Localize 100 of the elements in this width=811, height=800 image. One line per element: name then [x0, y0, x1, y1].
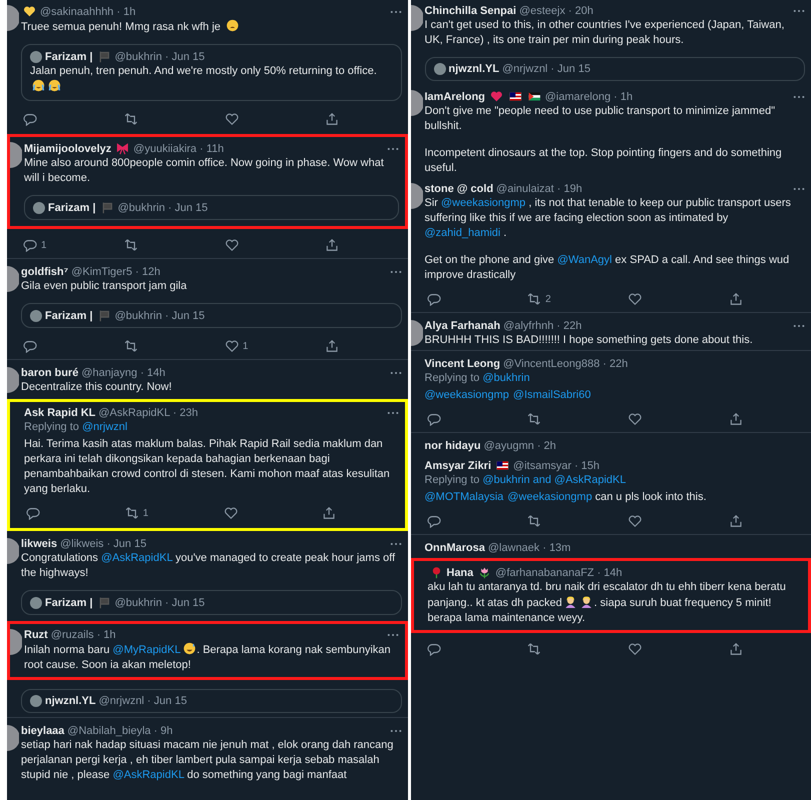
author-name[interactable]: IamArelong [424, 90, 486, 102]
author-name: Farizam | [45, 310, 93, 322]
mention-link[interactable]: @AskRapidKL [112, 769, 184, 781]
mention-link[interactable]: @weekasiongmp [424, 389, 510, 401]
handle-time: @VincentLeong888 · 22h [503, 358, 628, 370]
author-name[interactable]: nor hidayu [424, 440, 481, 452]
author-name[interactable]: goldfish⁷ [21, 266, 68, 278]
author-name[interactable]: stone @ cold [424, 183, 494, 195]
flag-icon [528, 90, 542, 103]
face-icon [48, 79, 61, 92]
flag-icon [100, 201, 114, 214]
mention-link[interactable]: @WanAgyl [557, 254, 612, 266]
more-icon[interactable] [386, 633, 398, 637]
author-name[interactable]: likweis [21, 538, 58, 550]
share-icon [322, 506, 336, 520]
more-icon[interactable] [390, 371, 402, 375]
handle-time: @ainulaizat · 19h [496, 183, 582, 195]
mention-link[interactable]: @bukhrin and @AskRapidKL [482, 474, 626, 486]
mention-link[interactable]: @bukhrin [482, 372, 530, 384]
author-name[interactable]: Amsyar Zikri [424, 460, 492, 472]
more-icon[interactable] [793, 94, 805, 98]
more-icon[interactable] [386, 411, 398, 415]
mention-link[interactable]: @MyRapidKL [112, 644, 181, 656]
tweet-text: Jalan penuh, tren penuh. And we're mostly only 50% returning to office. [30, 64, 392, 95]
heart-outline-icon [224, 506, 238, 520]
mention-link[interactable]: @AskRapidKL [101, 552, 172, 564]
retweet-button[interactable]: 2 [525, 291, 560, 307]
author-name[interactable]: Ask Rapid KL [24, 407, 96, 419]
person-icon [564, 595, 578, 608]
author-name[interactable]: Mijamijoolovelyz [24, 142, 112, 154]
more-icon[interactable] [793, 324, 805, 328]
author-name[interactable]: Alya Farhanah [424, 320, 500, 332]
mention-link[interactable]: @MOTMalaysia [424, 491, 504, 503]
avatar-icon [30, 310, 42, 322]
avatar-icon[interactable] [410, 90, 422, 116]
mention-link[interactable]: @IsmailSabri60 [513, 389, 591, 401]
handle-time: @yuukiiakira · 11h [133, 142, 224, 154]
speech-bubble-icon [23, 112, 37, 126]
handle-time: @alyfrhnh · 22h [503, 320, 582, 332]
more-icon[interactable] [390, 10, 402, 14]
author-name[interactable]: OnnMarosa [424, 542, 486, 554]
handle-time: @Nabilah_bieyla · 9h [67, 725, 173, 737]
person-icon [580, 595, 594, 608]
reply-button[interactable]: 1 [21, 237, 55, 253]
tweet-text: Get on the phone and give @WanAgyl ex SPAD a call. And see things wud improve drastically [424, 253, 790, 283]
quoted-tweet[interactable]: Farizam | @bukhrin · Jun 15 Jalan penuh, tren penuh. And we're mostly only 50% returning to office. [21, 44, 402, 101]
handle-time: @ruzails · 1h [50, 629, 116, 641]
face-icon [226, 19, 239, 32]
share-icon [728, 642, 743, 656]
avatar-icon [30, 596, 42, 608]
more-icon[interactable] [390, 729, 402, 733]
flag-icon [496, 459, 510, 472]
author-name: Farizam | [48, 202, 96, 214]
handle-time: @nrjwznl · Jun 15 [502, 63, 590, 75]
speech-bubble-icon [426, 412, 440, 426]
retweet-icon [527, 412, 542, 426]
quoted-tweet[interactable]: Farizam | @bukhrin · Jun 15 [21, 590, 402, 615]
author-name: njwznl.YL [448, 63, 500, 75]
tweet-text: Sir @weekasiongmp , its not that tenable to keep our public transport users suffering like this if we are facing election soon as intimated by @zahid_hamidi . [424, 196, 792, 241]
tweet-text: Congratulations @AskRapidKL you've managed to create peak hour jams off the highways! [21, 551, 396, 581]
heart-outline-icon [224, 112, 239, 126]
avatar-icon[interactable] [410, 320, 422, 346]
like-button[interactable]: 1 [222, 338, 257, 354]
author-name[interactable]: baron buré [21, 367, 78, 379]
more-icon[interactable] [386, 146, 398, 150]
tweet-text: @MOTMalaysia @weekasiongmp can u pls look into this. [424, 490, 708, 505]
handle-time: @bukhrin · Jun 15 [118, 202, 208, 214]
handle-time: @lawnaek · 13m [488, 542, 571, 554]
mention-link[interactable]: @zahid_hamidi [424, 227, 500, 239]
more-icon[interactable] [793, 9, 805, 13]
mention-link[interactable]: @nrjwznl [82, 421, 128, 433]
quoted-tweet[interactable]: Farizam | @bukhrin · Jun 15 [21, 303, 402, 328]
author-name[interactable]: Hana [446, 566, 474, 578]
mention-link[interactable]: @weekasiongmp [508, 491, 592, 503]
retweet-icon [124, 339, 138, 353]
more-icon[interactable] [793, 187, 805, 191]
author-name[interactable]: Ruzt [24, 629, 48, 641]
handle-time: @sakinaahhhh · 1h [40, 6, 136, 18]
mention-link[interactable]: @weekasiongmp [441, 197, 526, 209]
author-name[interactable]: Chinchilla Senpai [424, 5, 516, 17]
avatar-icon[interactable] [410, 5, 422, 31]
tweet-text: Truee semua penuh! Mmg rasa nk wfh je [21, 19, 402, 35]
share-icon [728, 514, 743, 528]
reply-context: Replying to @bukhrin and @AskRapidKL [424, 473, 628, 488]
quoted-tweet[interactable]: njwznl.YL @nrjwznl · Jun 15 [424, 57, 805, 81]
retweet-icon [124, 506, 139, 520]
flag-icon [98, 596, 111, 609]
quoted-tweet[interactable]: Farizam | @bukhrin · Jun 15 [24, 195, 398, 220]
author-name[interactable]: Vincent Leong [424, 358, 500, 370]
quoted-tweet[interactable]: njwznl.YL @nrjwznl · Jun 15 [21, 689, 402, 713]
avatar-icon[interactable] [410, 183, 422, 209]
retweet-button[interactable]: 1 [122, 505, 157, 521]
bow-icon [116, 142, 130, 155]
more-icon[interactable] [390, 542, 402, 546]
author-name[interactable]: bieylaaa [21, 725, 64, 737]
handle-time: @esteejx · 20h [519, 5, 594, 17]
more-icon[interactable] [390, 270, 402, 274]
author-name: Farizam | [45, 596, 93, 608]
share-icon [325, 238, 340, 252]
handle-time: @farhanabananaFZ · 14h [495, 566, 622, 578]
